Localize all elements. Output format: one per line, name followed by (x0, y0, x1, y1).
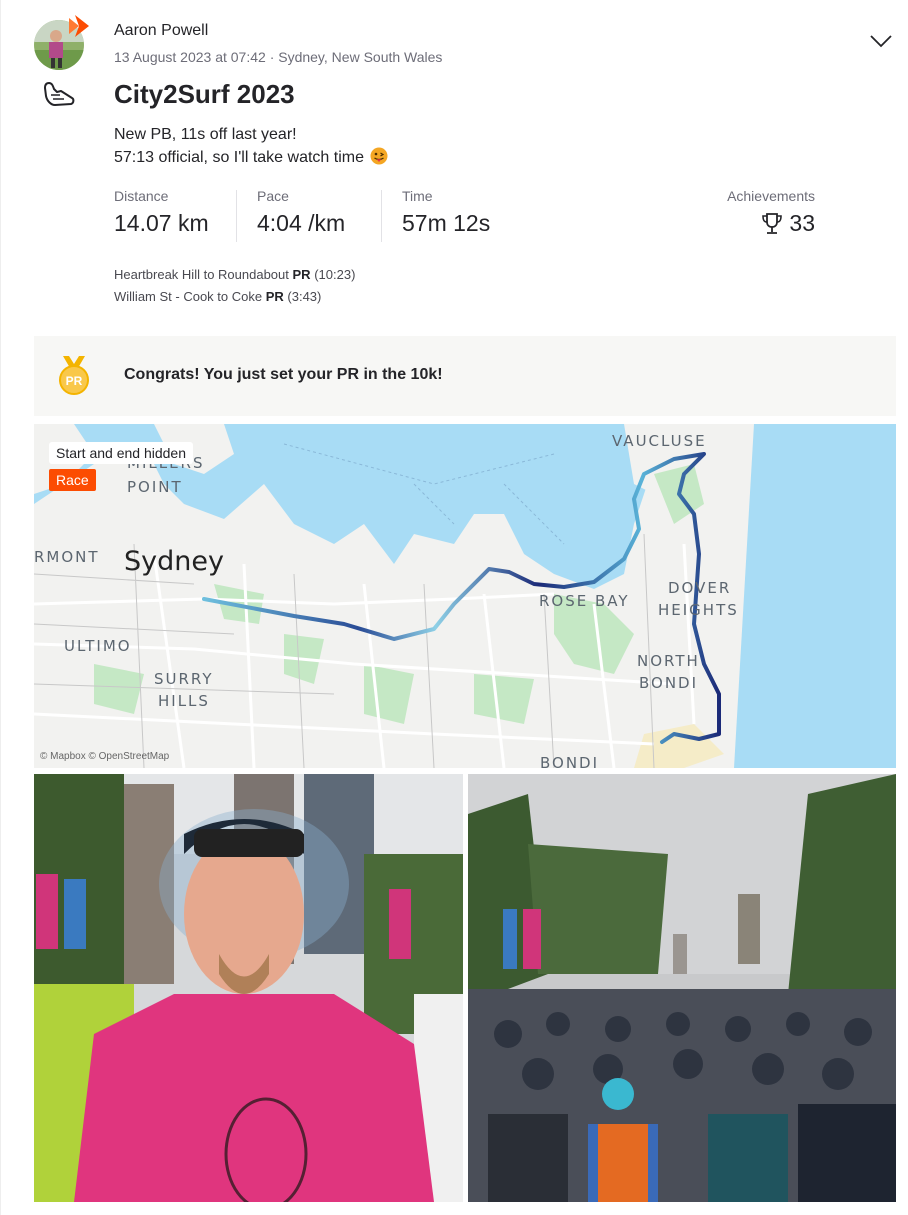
segment-effort[interactable]: Heartbreak Hill to Roundabout PR (10:23) (114, 264, 355, 286)
stat-label: Time (402, 188, 433, 204)
stat-divider (381, 190, 382, 242)
subscriber-badge-icon (69, 15, 89, 37)
segment-time: (10:23) (314, 267, 356, 282)
map-label: DOVER (668, 579, 732, 597)
map-label: SURRY (154, 670, 214, 688)
map-canvas (34, 424, 754, 768)
pr-medal-icon: PR (59, 356, 89, 395)
race-tag: Race (49, 469, 96, 491)
map-label: RMONT (34, 548, 100, 566)
crowd-image (468, 774, 896, 1202)
activity-title-link[interactable]: City2Surf 2023 (114, 79, 295, 110)
map-label-sydney: Sydney (124, 546, 224, 577)
activity-card: Aaron Powell 13 August 2023 at 07:42 · S… (0, 0, 908, 1215)
stat-divider (236, 190, 237, 242)
stat-time: Time 57m 12s (402, 188, 490, 237)
map-label: VAUCLUSE (612, 432, 707, 450)
achievements-label: Achievements (727, 188, 815, 204)
activity-date-location: 13 August 2023 at 07:42 · Sydney, New So… (114, 49, 443, 65)
stat-value: 57m 12s (402, 210, 491, 236)
selfie-photo[interactable] (34, 774, 463, 1202)
stat-distance: Distance 14.07 km (114, 188, 209, 237)
segment-efforts: Heartbreak Hill to Roundabout PR (10:23)… (114, 264, 355, 308)
tongue-out-emoji-icon (370, 147, 388, 165)
chevron-down-icon[interactable] (867, 30, 895, 52)
map-label: HILLS (158, 692, 210, 710)
pr-banner-text: Congrats! You just set your PR in the 10… (124, 366, 443, 383)
start-end-hidden-label: Start and end hidden (49, 442, 193, 464)
map-label: HEIGHTS (658, 601, 739, 619)
medal-label: PR (66, 374, 83, 388)
map-attribution[interactable]: © Mapbox © OpenStreetMap (40, 751, 169, 762)
route-map[interactable]: Sydney MILLERS POINT RMONT ULTIMO SURRY … (34, 424, 896, 768)
map-label: ULTIMO (64, 637, 132, 655)
pr-label: PR (265, 289, 284, 304)
pr-banner[interactable]: PR Congrats! You just set your PR in the… (34, 336, 896, 416)
segment-effort[interactable]: William St - Cook to Coke PR (3:43) (114, 286, 355, 308)
map-label: BONDI (639, 674, 699, 692)
activity-description: New PB, 11s off last year! 57:13 officia… (114, 123, 388, 169)
stat-value: 14.07 km (114, 210, 209, 236)
running-shoe-icon (44, 82, 75, 106)
stat-label: Pace (257, 188, 289, 204)
athlete-name-link[interactable]: Aaron Powell (114, 22, 208, 40)
selfie-image (34, 774, 463, 1202)
stat-pace: Pace 4:04 /km (257, 188, 345, 237)
description-text: 57:13 official, so I'll take watch time (114, 149, 364, 166)
map-label: ROSE BAY (539, 592, 630, 610)
crowd-photo[interactable] (468, 774, 896, 1202)
segment-name: Heartbreak Hill to Roundabout (114, 267, 289, 282)
stat-label: Distance (114, 188, 169, 204)
description-line: 57:13 official, so I'll take watch time (114, 146, 388, 169)
stat-value: 4:04 /km (257, 210, 346, 236)
description-line: New PB, 11s off last year! (114, 126, 297, 143)
trophy-icon (762, 212, 783, 234)
map-label: BONDI (540, 754, 600, 768)
map-label: POINT (127, 478, 183, 496)
pr-label: PR (292, 267, 311, 282)
achievements-count: 33 (789, 210, 815, 236)
map-label: NORTH (637, 652, 700, 670)
segment-name: William St - Cook to Coke (114, 289, 263, 304)
segment-time: (3:43) (287, 289, 322, 304)
achievements[interactable]: Achievements 33 (727, 188, 815, 237)
